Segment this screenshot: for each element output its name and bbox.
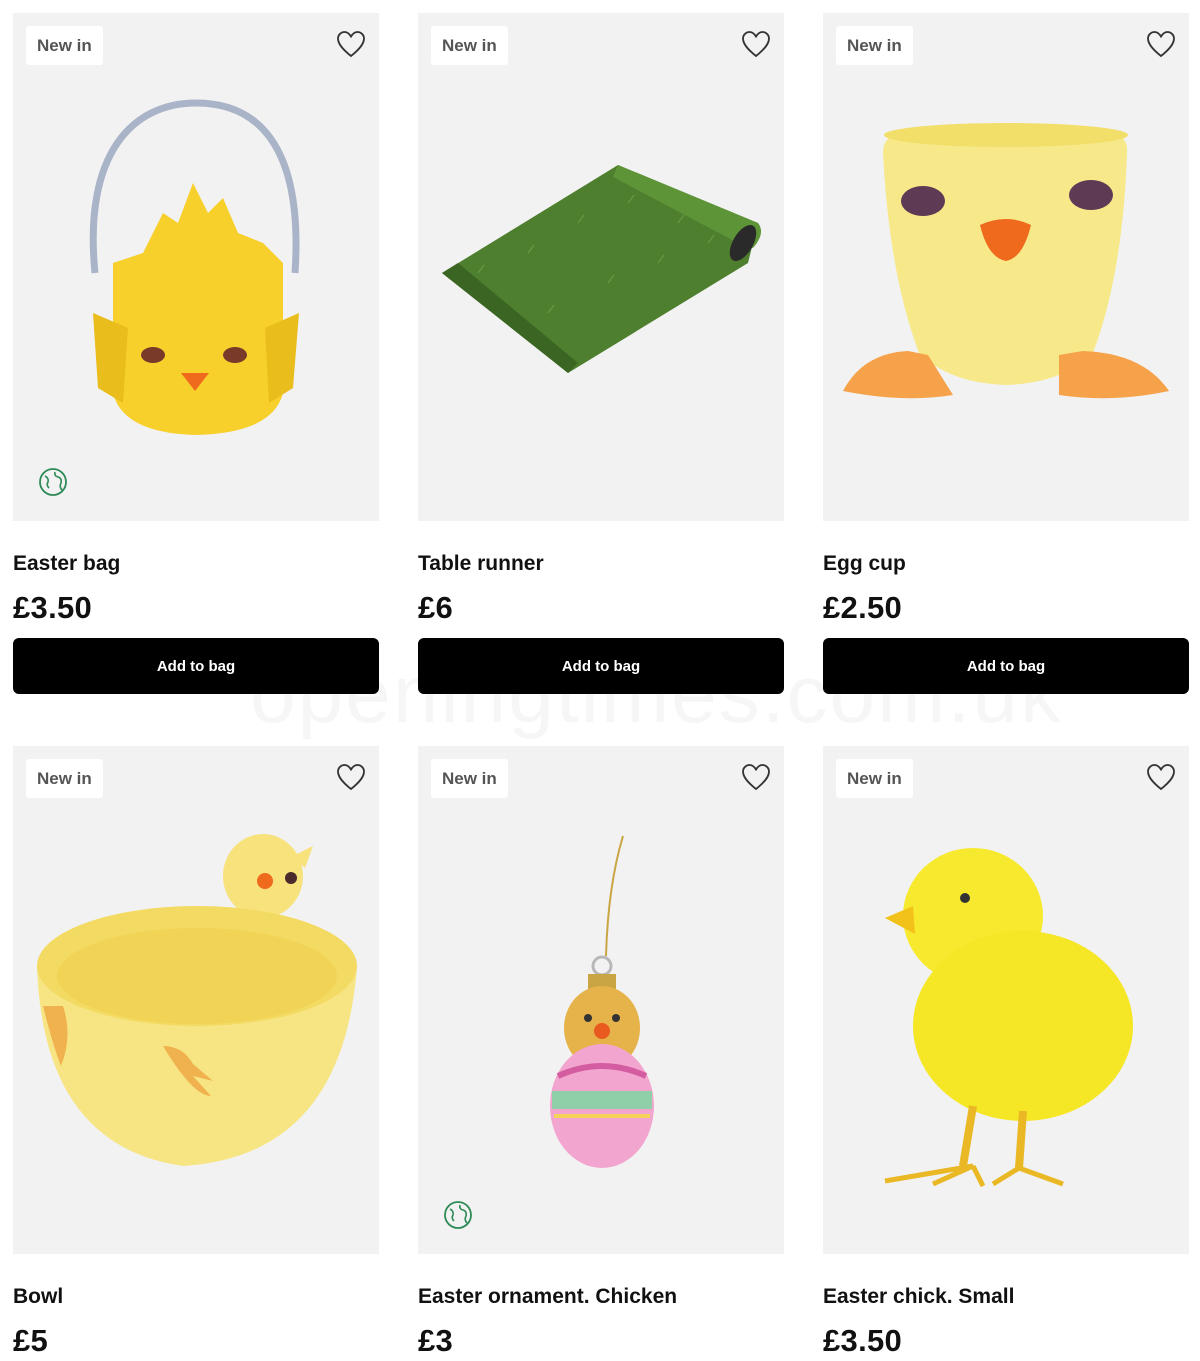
heart-icon[interactable] (1146, 30, 1176, 58)
heart-icon[interactable] (336, 30, 366, 58)
product-title[interactable]: Egg cup (823, 552, 906, 576)
eco-globe-icon (39, 468, 67, 496)
easter-bag-image (89, 99, 300, 435)
product-price: £3.50 (13, 590, 93, 625)
heart-icon[interactable] (741, 763, 771, 791)
product-grid: openingtimes.com.uk New in Easter bag (0, 0, 1200, 1361)
new-in-badge: New in (431, 26, 508, 65)
egg-cup-image (843, 123, 1169, 399)
product-price: £5 (13, 1323, 49, 1358)
product-title[interactable]: Easter ornament. Chicken (418, 1285, 677, 1309)
product-price: £6 (418, 590, 454, 625)
eco-globe-icon (444, 1201, 472, 1229)
product-image[interactable]: New in (823, 13, 1189, 521)
product-title[interactable]: Bowl (13, 1285, 63, 1309)
product-title[interactable]: Table runner (418, 552, 544, 576)
product-image[interactable]: New in (13, 746, 379, 1254)
product-price: £2.50 (823, 590, 903, 625)
product-price: £3.50 (823, 1323, 903, 1358)
new-in-badge: New in (26, 759, 103, 798)
new-in-badge: New in (836, 759, 913, 798)
product-image[interactable]: New in (823, 746, 1189, 1254)
bowl-image (37, 834, 357, 1166)
new-in-badge: New in (836, 26, 913, 65)
heart-icon[interactable] (741, 30, 771, 58)
product-image[interactable]: New in (418, 13, 784, 521)
new-in-badge: New in (431, 759, 508, 798)
heart-icon[interactable] (1146, 763, 1176, 791)
add-to-bag-button[interactable]: Add to bag (418, 638, 784, 694)
heart-icon[interactable] (336, 763, 366, 791)
product-title[interactable]: Easter bag (13, 552, 120, 576)
add-to-bag-button[interactable]: Add to bag (823, 638, 1189, 694)
new-in-badge: New in (26, 26, 103, 65)
product-image[interactable]: New in (13, 13, 379, 521)
easter-chick-image (884, 848, 1133, 1188)
add-to-bag-button[interactable]: Add to bag (13, 638, 379, 694)
product-title[interactable]: Easter chick. Small (823, 1285, 1014, 1309)
product-price: £3 (418, 1323, 454, 1358)
product-image[interactable]: New in (418, 746, 784, 1254)
table-runner-image (442, 165, 762, 373)
easter-ornament-image (550, 835, 654, 1168)
